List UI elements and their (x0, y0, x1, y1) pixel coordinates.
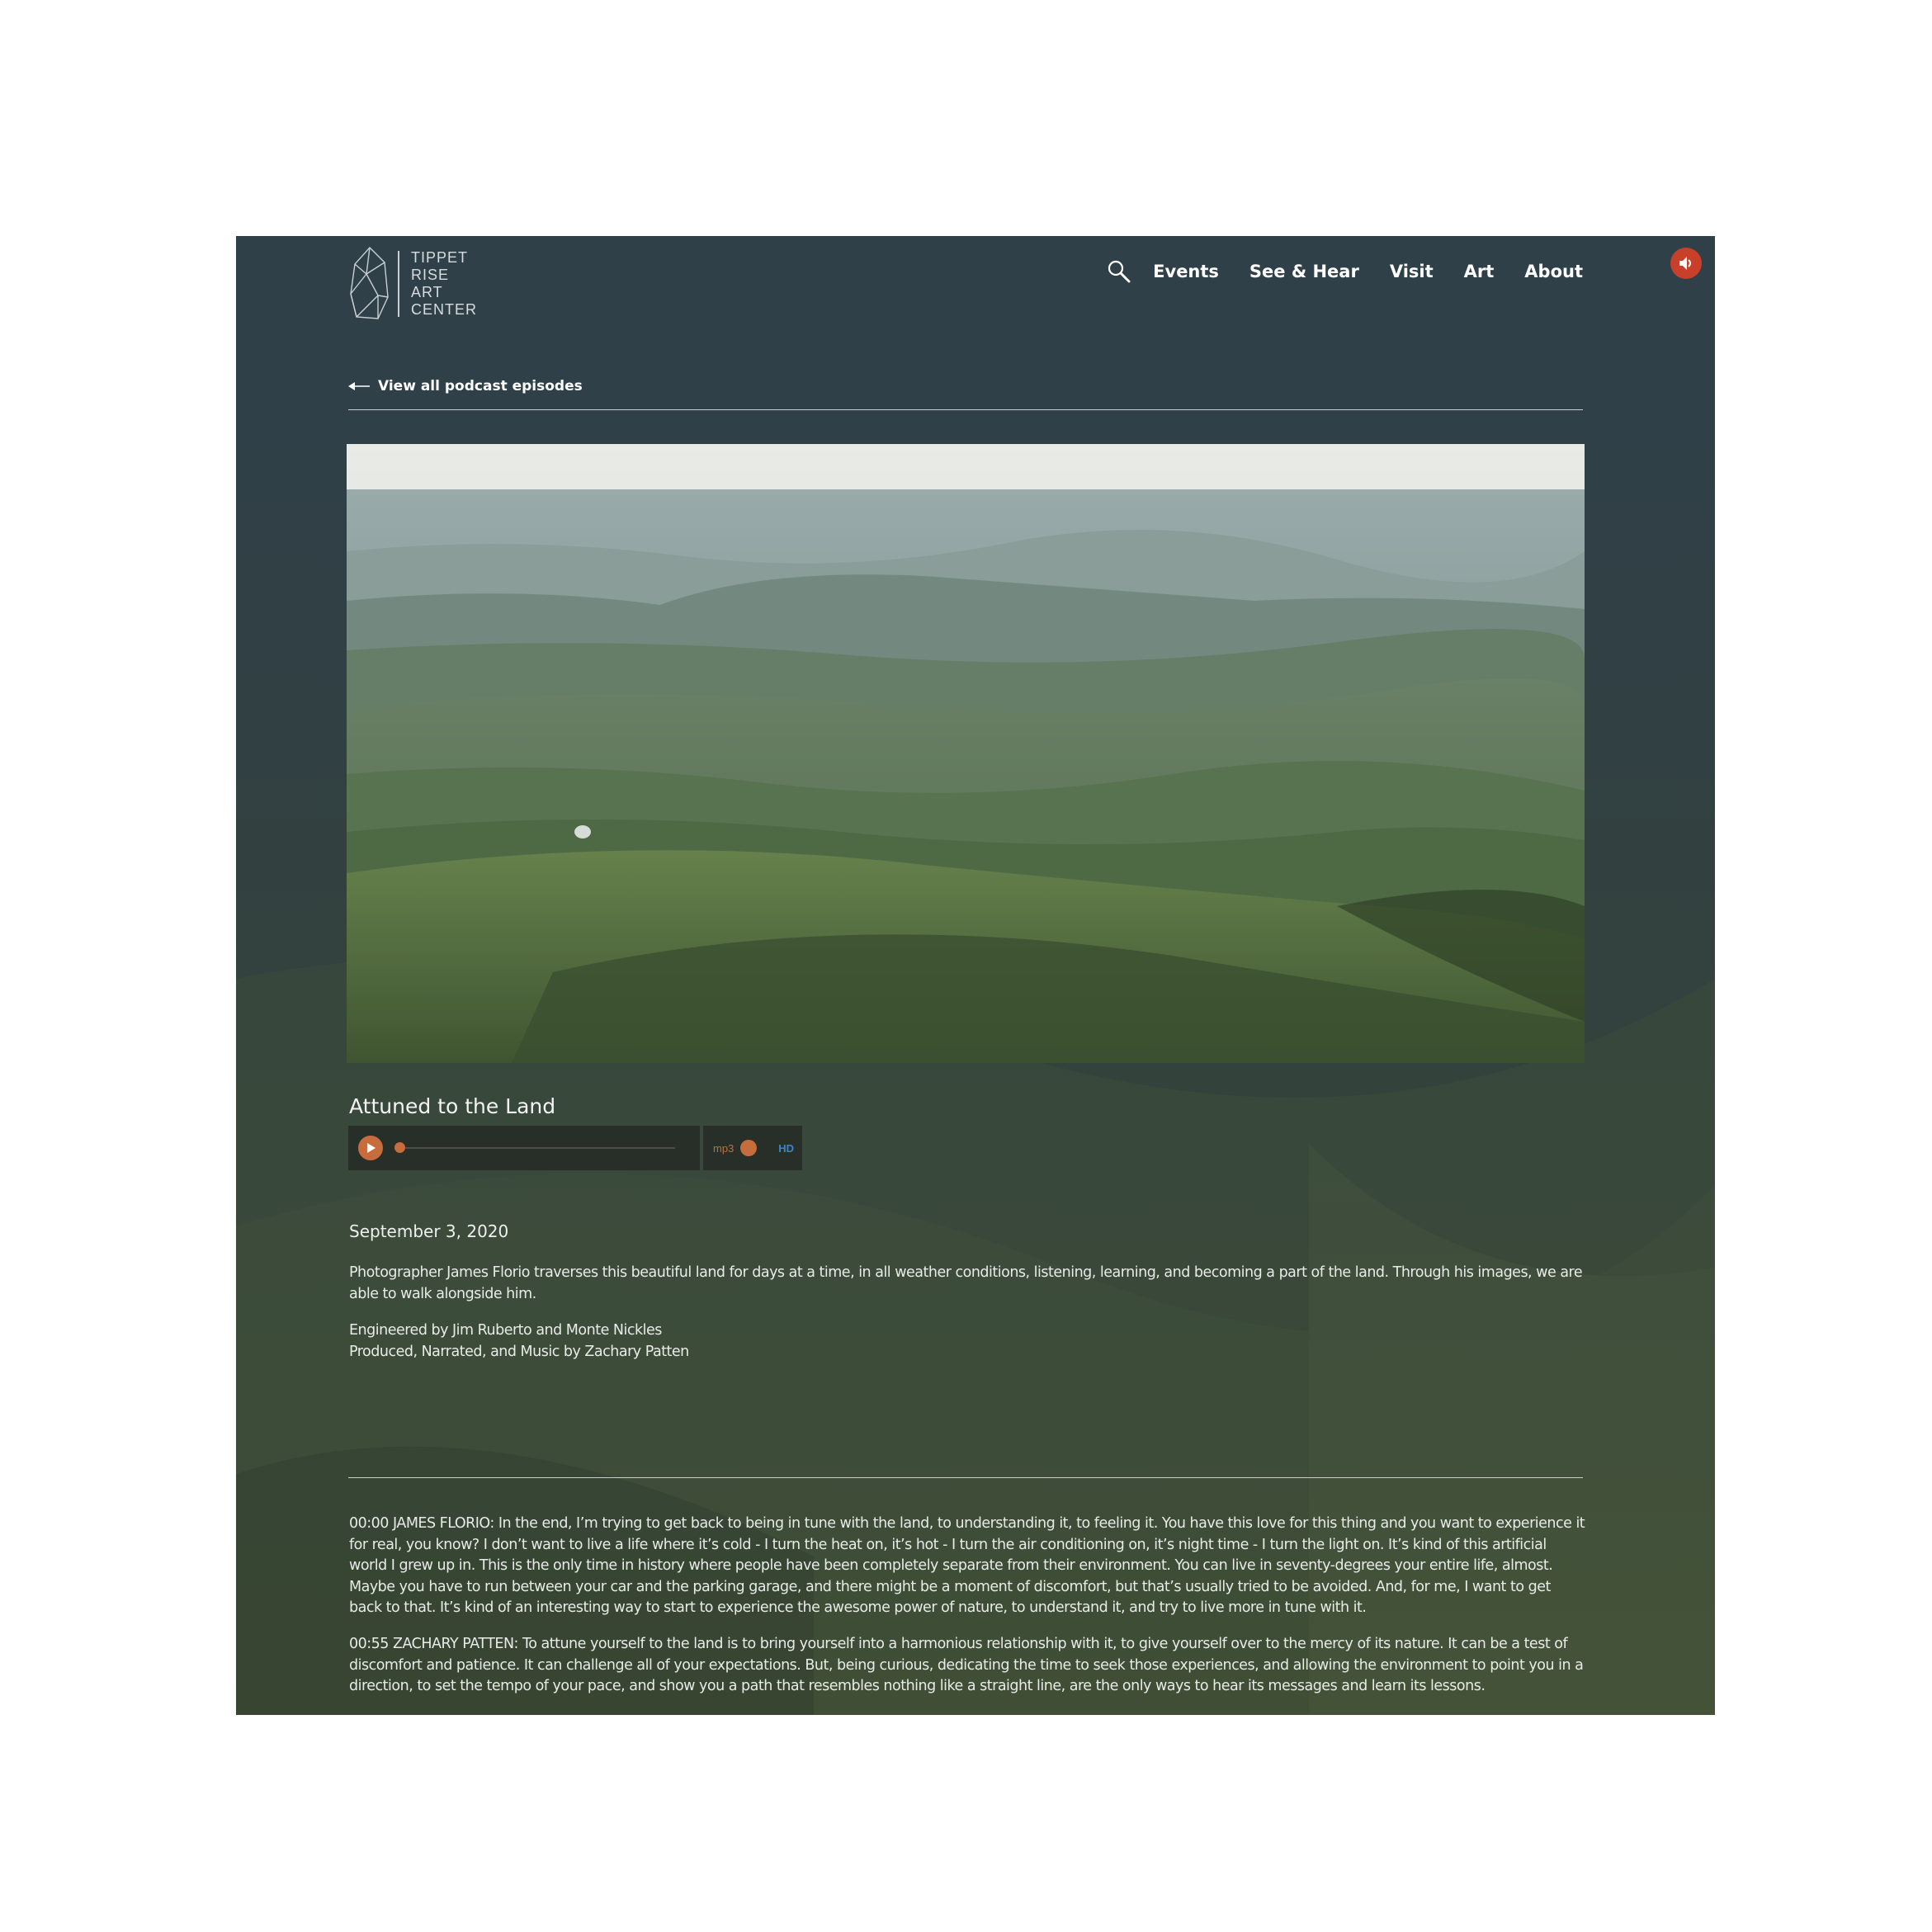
nav-item-about[interactable]: About (1524, 262, 1583, 281)
episode-credits: Engineered by Jim Ruberto and Monte Nick… (349, 1320, 1587, 1363)
nav-item-see-and-hear[interactable]: See & Hear (1249, 262, 1359, 281)
episode-hero-image (347, 444, 1585, 1063)
logo-line: ART (411, 284, 443, 300)
crystal-logo-icon (350, 246, 389, 319)
arrow-left-icon (348, 382, 370, 390)
logo-line: RISE (411, 267, 450, 283)
format-label[interactable]: mp3 (713, 1142, 734, 1155)
speaker-icon (1679, 257, 1691, 270)
hd-label[interactable]: HD (778, 1142, 794, 1155)
transcript-paragraph: 00:00 JAMES FLORIO: In the end, I’m tryi… (349, 1515, 1585, 1616)
player-track (348, 1126, 700, 1170)
nav-item-events[interactable]: Events (1153, 262, 1219, 281)
episode-date: September 3, 2020 (349, 1221, 509, 1241)
logo-wordmark: TIPPET RISE ART CENTER (411, 249, 477, 319)
nav-item-visit[interactable]: Visit (1390, 262, 1434, 281)
back-to-episodes-link[interactable]: View all podcast episodes (348, 378, 583, 394)
browser-viewport: TIPPET RISE ART CENTER Events See & Hear… (236, 236, 1715, 1715)
back-link-label: View all podcast episodes (378, 378, 583, 394)
quality-toggle[interactable] (740, 1140, 758, 1156)
sound-toggle-button[interactable] (1670, 248, 1702, 279)
search-icon[interactable] (1107, 259, 1131, 284)
logo-line: TIPPET (411, 249, 469, 266)
player-options: mp3 HD (703, 1126, 802, 1170)
progress-handle[interactable] (394, 1142, 405, 1153)
nav-item-art[interactable]: Art (1464, 262, 1495, 281)
header-divider (348, 409, 1583, 410)
episode-title: Attuned to the Land (349, 1094, 556, 1118)
play-button[interactable] (358, 1136, 383, 1160)
landscape-photo (347, 444, 1585, 1063)
progress-bar[interactable] (394, 1142, 675, 1153)
transcript-divider (348, 1477, 1583, 1478)
episode-description: Photographer James Florio traverses this… (349, 1264, 1583, 1302)
site-logo[interactable]: TIPPET RISE ART CENTER (348, 246, 489, 322)
transcript-paragraph: 00:55 ZACHARY PATTEN: To attune yourself… (349, 1636, 1584, 1694)
main-nav: Events See & Hear Visit Art About (1107, 259, 1583, 284)
credit-line: Produced, Narrated, and Music by Zachary… (349, 1343, 689, 1360)
audio-player: mp3 HD (348, 1126, 802, 1170)
credit-line: Engineered by Jim Ruberto and Monte Nick… (349, 1322, 662, 1339)
play-icon (367, 1143, 376, 1153)
logo-line: CENTER (411, 301, 478, 318)
logo-divider (398, 251, 399, 317)
